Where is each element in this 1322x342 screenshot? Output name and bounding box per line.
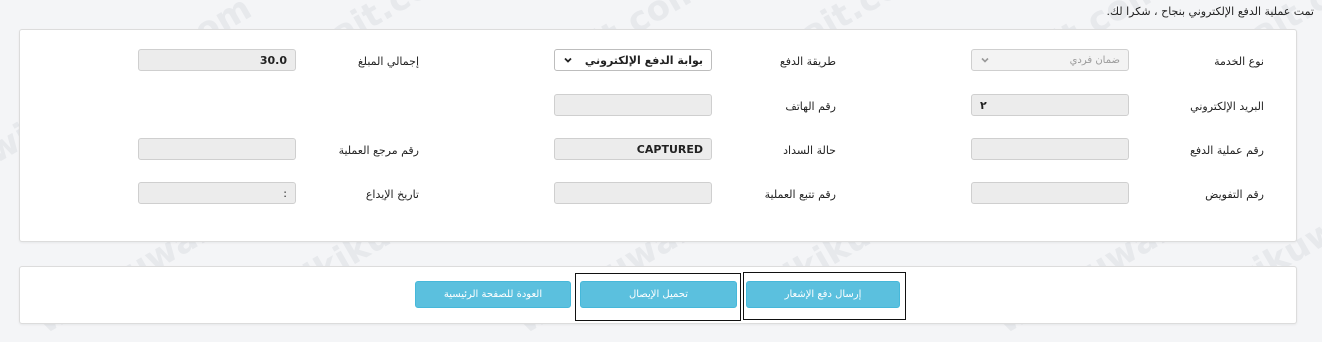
phone-field[interactable] bbox=[554, 94, 712, 116]
service-type-label: نوع الخدمة bbox=[1214, 55, 1264, 68]
payment-method-label: طريقة الدفع bbox=[779, 55, 836, 68]
email-field[interactable]: ٢ bbox=[971, 94, 1129, 116]
reference-number-label: رقم مرجع العملية bbox=[338, 144, 419, 157]
total-amount-label: إجمالي المبلغ bbox=[357, 55, 419, 68]
back-home-button[interactable]: العودة للصفحة الرئيسية bbox=[415, 281, 571, 308]
payment-number-field[interactable] bbox=[971, 138, 1129, 160]
chevron-down-icon bbox=[980, 55, 990, 65]
total-amount-value: 30.0 bbox=[259, 53, 287, 67]
service-type-select[interactable]: ضمان فردي bbox=[971, 49, 1129, 71]
authorization-number-label: رقم التفويض bbox=[1205, 188, 1264, 201]
authorization-number-field[interactable] bbox=[971, 182, 1129, 204]
email-label: البريد الإلكتروني bbox=[1190, 100, 1264, 113]
chevron-down-icon bbox=[563, 55, 573, 65]
payment-number-label: رقم عملية الدفع bbox=[1190, 144, 1264, 157]
payment-status-value: CAPTURED bbox=[636, 142, 703, 156]
highlight-frame-send bbox=[743, 272, 906, 320]
deposit-date-field[interactable]: : bbox=[138, 182, 296, 204]
phone-label: رقم الهاتف bbox=[785, 100, 836, 113]
payment-method-value: بوابة الدفع الإلكتروني bbox=[584, 53, 703, 67]
payment-method-select[interactable]: بوابة الدفع الإلكتروني bbox=[554, 49, 712, 71]
payment-status-field: CAPTURED bbox=[554, 138, 712, 160]
tracking-number-field[interactable] bbox=[554, 182, 712, 204]
deposit-date-value: : bbox=[283, 186, 287, 200]
email-value: ٢ bbox=[980, 98, 987, 112]
reference-number-field[interactable] bbox=[138, 138, 296, 160]
service-type-value: ضمان فردي bbox=[1069, 54, 1120, 66]
total-amount-field: 30.0 bbox=[138, 49, 296, 71]
success-message: تمت عملية الدفع الإلكتروني بنجاح ، شكرا … bbox=[1106, 5, 1314, 18]
deposit-date-label: تاريخ الإيداع bbox=[365, 188, 419, 201]
tracking-number-label: رقم تتبع العملية bbox=[764, 188, 836, 201]
highlight-frame-download bbox=[575, 273, 741, 321]
payment-status-label: حالة السداد bbox=[783, 144, 836, 157]
